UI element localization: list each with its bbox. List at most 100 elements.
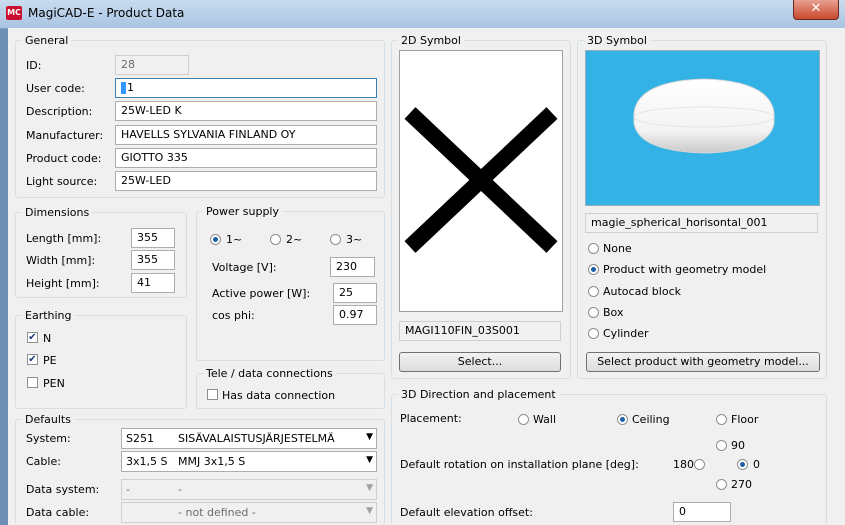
select-geometry-button[interactable]: Select product with geometry model... bbox=[586, 352, 820, 372]
placement-wall-radio[interactable] bbox=[518, 414, 529, 425]
symbol-box-radio[interactable] bbox=[588, 307, 599, 318]
app-icon: MC bbox=[6, 6, 22, 20]
rotation-180-radio[interactable] bbox=[694, 459, 705, 470]
phase-3-radio[interactable] bbox=[330, 234, 341, 245]
id-field: 28 bbox=[115, 55, 189, 75]
symbol-2d-legend: 2D Symbol bbox=[401, 34, 461, 47]
system-select[interactable]: S251 SISÄVALAISTUSJÄRJESTELMÄ ▼ bbox=[121, 428, 377, 449]
tele-data-group: Tele / data connections bbox=[196, 367, 385, 409]
length-label: Length [mm]: bbox=[26, 232, 102, 245]
pe-label: PE bbox=[43, 354, 57, 367]
manufacturer-label: Manufacturer: bbox=[26, 129, 104, 142]
symbol-geometry-label: Product with geometry model bbox=[603, 263, 767, 276]
cable-code: 3x1,5 S bbox=[126, 455, 168, 468]
phase-1-radio[interactable] bbox=[210, 234, 221, 245]
rotation-270-label: 270 bbox=[731, 478, 752, 491]
pe-checkbox[interactable]: ✔ bbox=[27, 354, 38, 365]
dropdown-arrow-icon: ▼ bbox=[366, 432, 373, 442]
height-field[interactable]: 41 bbox=[131, 273, 175, 293]
has-data-label: Has data connection bbox=[222, 389, 336, 402]
spherical-luminaire-icon bbox=[633, 78, 775, 154]
dropdown-arrow-icon: ▼ bbox=[366, 506, 373, 516]
symbol-2d-name: MAGI110FIN_03S001 bbox=[399, 321, 561, 341]
pen-checkbox[interactable] bbox=[27, 377, 38, 388]
data-cable-name: - not defined - bbox=[178, 506, 256, 519]
cable-label: Cable: bbox=[26, 455, 61, 468]
manufacturer-field[interactable]: HAVELLS SYLVANIA FINLAND OY bbox=[115, 125, 377, 145]
symbol-autocad-radio[interactable] bbox=[588, 286, 599, 297]
cross-symbol-icon bbox=[404, 107, 558, 253]
symbol-2d-preview bbox=[399, 50, 563, 312]
user-code-label: User code: bbox=[26, 82, 85, 95]
cos-phi-label: cos phi: bbox=[212, 309, 255, 322]
dropdown-arrow-icon: ▼ bbox=[366, 483, 373, 493]
width-label: Width [mm]: bbox=[26, 254, 96, 267]
dimensions-legend: Dimensions bbox=[25, 206, 90, 219]
symbol-3d-name: magie_spherical_horisontal_001 bbox=[585, 213, 818, 233]
data-cable-label: Data cable: bbox=[26, 506, 90, 519]
width-field[interactable]: 355 bbox=[131, 250, 175, 270]
elevation-field[interactable]: 0 bbox=[673, 502, 731, 522]
power-supply-legend: Power supply bbox=[206, 205, 279, 218]
rotation-90-label: 90 bbox=[731, 439, 745, 452]
cable-name: MMJ 3x1,5 S bbox=[178, 455, 246, 468]
earthing-legend: Earthing bbox=[25, 309, 72, 322]
phase-1-label: 1~ bbox=[226, 233, 243, 246]
rotation-label: Default rotation on installation plane [… bbox=[400, 458, 639, 471]
placement-ceiling-radio[interactable] bbox=[617, 414, 628, 425]
voltage-field[interactable]: 230 bbox=[330, 257, 375, 277]
length-field[interactable]: 355 bbox=[131, 228, 175, 248]
window-title: MagiCAD-E - Product Data bbox=[28, 6, 185, 20]
product-code-label: Product code: bbox=[26, 152, 102, 165]
active-power-field[interactable]: 25 bbox=[333, 283, 377, 303]
cos-phi-field[interactable]: 0.97 bbox=[333, 305, 377, 325]
user-code-value: 1 bbox=[127, 81, 134, 94]
n-checkbox[interactable]: ✔ bbox=[27, 332, 38, 343]
rotation-270-radio[interactable] bbox=[716, 479, 727, 490]
light-source-label: Light source: bbox=[26, 175, 98, 188]
cable-select[interactable]: 3x1,5 S MMJ 3x1,5 S ▼ bbox=[121, 451, 377, 472]
description-field[interactable]: 25W-LED K bbox=[115, 101, 377, 121]
data-system-label: Data system: bbox=[26, 483, 100, 496]
symbol-box-label: Box bbox=[603, 306, 624, 319]
placement-legend: 3D Direction and placement bbox=[401, 388, 556, 401]
rotation-180-label: 180 bbox=[673, 458, 694, 471]
description-label: Description: bbox=[26, 105, 93, 118]
check-icon: ✔ bbox=[28, 332, 37, 343]
data-system-code: - bbox=[126, 483, 130, 496]
has-data-checkbox[interactable] bbox=[207, 389, 218, 400]
voltage-label: Voltage [V]: bbox=[212, 261, 277, 274]
symbol-none-radio[interactable] bbox=[588, 243, 599, 254]
general-legend: General bbox=[25, 34, 69, 47]
rotation-0-radio[interactable] bbox=[737, 459, 748, 470]
data-cable-select: - not defined - ▼ bbox=[121, 502, 377, 523]
check-icon: ✔ bbox=[28, 354, 37, 365]
placement-ceiling-label: Ceiling bbox=[632, 413, 670, 426]
select-2d-button[interactable]: Select... bbox=[399, 352, 561, 372]
phase-2-radio[interactable] bbox=[270, 234, 281, 245]
system-code: S251 bbox=[126, 432, 154, 445]
light-source-field[interactable]: 25W-LED bbox=[115, 171, 377, 191]
product-code-field[interactable]: GIOTTO 335 bbox=[115, 148, 377, 168]
elevation-label: Default elevation offset: bbox=[400, 506, 533, 519]
system-name: SISÄVALAISTUSJÄRJESTELMÄ bbox=[178, 432, 335, 445]
placement-label: Placement: bbox=[400, 412, 462, 425]
placement-floor-radio[interactable] bbox=[716, 414, 727, 425]
symbol-geometry-radio[interactable] bbox=[588, 264, 599, 275]
placement-group: 3D Direction and placement bbox=[391, 388, 827, 525]
earthing-group: Earthing bbox=[15, 309, 187, 409]
tele-data-legend: Tele / data connections bbox=[206, 367, 333, 380]
symbol-none-label: None bbox=[603, 242, 632, 255]
id-label: ID: bbox=[26, 59, 42, 72]
defaults-legend: Defaults bbox=[25, 413, 71, 426]
system-label: System: bbox=[26, 432, 71, 445]
placement-wall-label: Wall bbox=[533, 413, 557, 426]
close-button[interactable]: ✕ bbox=[793, 0, 839, 20]
phase-2-label: 2~ bbox=[286, 233, 303, 246]
height-label: Height [mm]: bbox=[26, 277, 100, 290]
rotation-90-radio[interactable] bbox=[716, 440, 727, 451]
symbol-cylinder-radio[interactable] bbox=[588, 328, 599, 339]
user-code-field[interactable]: 1 bbox=[115, 78, 377, 98]
dropdown-arrow-icon: ▼ bbox=[366, 455, 373, 465]
phase-3-label: 3~ bbox=[346, 233, 363, 246]
